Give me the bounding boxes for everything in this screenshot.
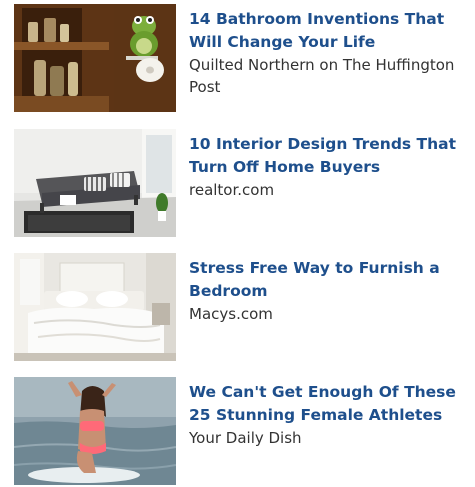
feed-item-interior-design-trends[interactable]: 10 Interior Design Trends That Turn Off …	[14, 129, 464, 239]
feed-item-text: 10 Interior Design Trends That Turn Off …	[189, 133, 464, 201]
sponsored-content-feed: 14 Bathroom Inventions That Will Change …	[0, 0, 475, 487]
surfer-woman-in-water-photo[interactable]	[14, 377, 176, 485]
feed-item-text: We Can't Get Enough Of These 25 Stunning…	[189, 381, 464, 449]
feed-item-furnish-bedroom[interactable]: Stress Free Way to Furnish a Bedroom Mac…	[14, 253, 464, 363]
feed-item-source: Your Daily Dish	[189, 429, 302, 447]
feed-item-female-athletes[interactable]: We Can't Get Enough Of These 25 Stunning…	[14, 377, 464, 487]
feed-item-title[interactable]: 10 Interior Design Trends That Turn Off …	[189, 133, 464, 179]
feed-item-text: 14 Bathroom Inventions That Will Change …	[189, 8, 464, 98]
gray-daybed-living-room-photo[interactable]	[14, 129, 176, 237]
feed-item-source: realtor.com	[189, 181, 275, 199]
feed-item-title[interactable]: We Can't Get Enough Of These 25 Stunning…	[189, 381, 464, 427]
feed-item-title[interactable]: 14 Bathroom Inventions That Will Change …	[189, 8, 464, 54]
feed-item-text: Stress Free Way to Furnish a Bedroom Mac…	[189, 257, 464, 325]
white-bedroom-bed-photo[interactable]	[14, 253, 176, 361]
feed-item-title[interactable]: Stress Free Way to Furnish a Bedroom	[189, 257, 464, 303]
feed-item-bathroom-inventions[interactable]: 14 Bathroom Inventions That Will Change …	[14, 4, 464, 114]
feed-item-source: Quilted Northern on The Huffington Post	[189, 56, 455, 96]
bathroom-frog-toilet-paper-holder-photo[interactable]	[14, 4, 176, 112]
feed-item-source: Macys.com	[189, 305, 273, 323]
